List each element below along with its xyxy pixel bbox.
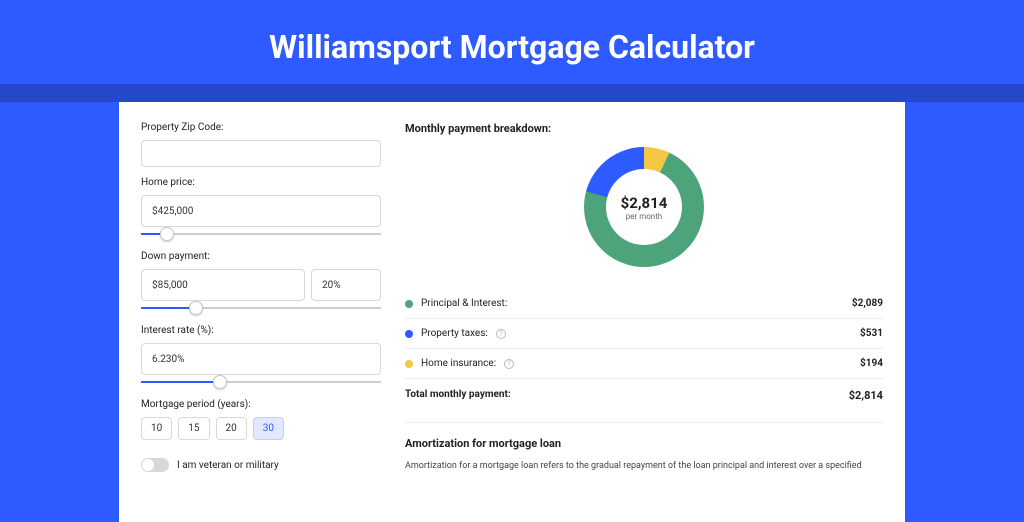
period-btn-20[interactable]: 20 <box>216 417 247 440</box>
period-btn-15[interactable]: 15 <box>178 417 209 440</box>
accent-band <box>0 84 1024 102</box>
period-btn-10[interactable]: 10 <box>141 417 172 440</box>
legend-row-principal: Principal & Interest: $2,089 <box>405 289 883 319</box>
total-label: Total monthly payment: <box>405 389 511 402</box>
donut-sublabel: per month <box>626 212 662 221</box>
legend-value: $2,089 <box>852 298 883 309</box>
total-row: Total monthly payment: $2,814 <box>405 379 883 412</box>
home-price-input[interactable] <box>141 195 381 227</box>
legend-value: $194 <box>860 358 883 369</box>
info-icon[interactable]: ? <box>504 359 514 369</box>
period-group: 10 15 20 30 <box>141 417 381 440</box>
page-title: Williamsport Mortgage Calculator <box>0 0 1024 84</box>
down-payment-slider[interactable] <box>141 301 381 315</box>
total-value: $2,814 <box>849 389 883 402</box>
legend-label: Home insurance: <box>421 358 496 369</box>
legend-label: Principal & Interest: <box>421 298 507 309</box>
calculator-card: Property Zip Code: Home price: Down paym… <box>119 102 905 522</box>
down-payment-label: Down payment: <box>141 251 381 262</box>
period-btn-30[interactable]: 30 <box>253 417 284 440</box>
veteran-label: I am veteran or military <box>177 460 279 471</box>
form-panel: Property Zip Code: Home price: Down paym… <box>141 122 381 522</box>
legend-label: Property taxes: <box>421 328 488 339</box>
breakdown-panel: Monthly payment breakdown: $2,814 per mo… <box>405 122 883 522</box>
donut-chart: $2,814 per month <box>405 147 883 267</box>
donut-value: $2,814 <box>621 194 668 212</box>
legend: Principal & Interest: $2,089 Property ta… <box>405 289 883 412</box>
amortization-text: Amortization for a mortgage loan refers … <box>405 460 883 473</box>
home-price-slider[interactable] <box>141 227 381 241</box>
veteran-toggle[interactable] <box>141 458 169 472</box>
zip-input[interactable] <box>141 140 381 167</box>
amortization-title: Amortization for mortgage loan <box>405 437 883 450</box>
down-payment-input[interactable] <box>141 269 305 301</box>
breakdown-title: Monthly payment breakdown: <box>405 122 883 135</box>
interest-rate-slider[interactable] <box>141 375 381 389</box>
legend-value: $531 <box>860 328 883 339</box>
down-payment-pct-input[interactable] <box>311 269 381 301</box>
info-icon[interactable]: ? <box>496 329 506 339</box>
dot-icon <box>405 330 413 338</box>
dot-icon <box>405 360 413 368</box>
home-price-label: Home price: <box>141 177 381 188</box>
dot-icon <box>405 300 413 308</box>
zip-label: Property Zip Code: <box>141 122 381 133</box>
interest-rate-label: Interest rate (%): <box>141 325 381 336</box>
legend-row-insurance: Home insurance:? $194 <box>405 349 883 379</box>
legend-row-taxes: Property taxes:? $531 <box>405 319 883 349</box>
amortization-section: Amortization for mortgage loan Amortizat… <box>405 422 883 473</box>
interest-rate-input[interactable] <box>141 343 381 375</box>
period-label: Mortgage period (years): <box>141 399 381 410</box>
